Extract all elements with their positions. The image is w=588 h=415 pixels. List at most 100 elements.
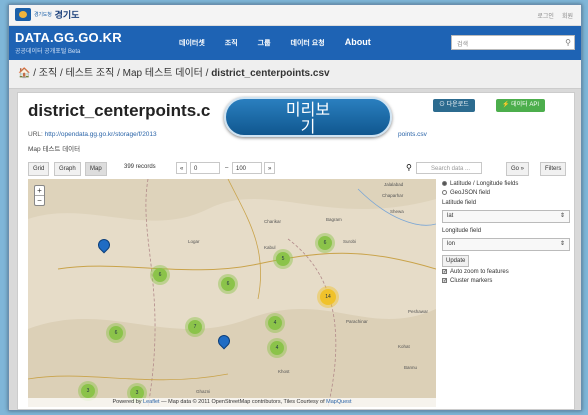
map-cluster-marker[interactable]: 4 (270, 341, 284, 355)
auto-zoom-checkbox[interactable]: ✓ Auto zoom to features (442, 267, 570, 276)
site-logo[interactable]: 경기도청 경기도 (15, 8, 79, 21)
longitude-value: lon (447, 241, 456, 247)
chevron-down-icon: ⇕ (559, 241, 565, 247)
preview-overlay-badge: 미리보 기 (224, 97, 392, 137)
nav-item-about[interactable]: About (345, 37, 371, 48)
logo-small-text: 경기도청 (34, 12, 52, 18)
data-api-button[interactable]: ⚡ 데이터 API (496, 99, 546, 112)
download-button[interactable]: ⊙ 다운로드 (433, 99, 475, 112)
go-button[interactable]: Go » (506, 162, 530, 176)
view-graph-button[interactable]: Graph (54, 162, 81, 176)
offset-to-input[interactable]: 100 (232, 162, 262, 174)
latitude-value: lat (447, 213, 454, 219)
map-label-kohat: Kohat (398, 344, 410, 349)
map-cluster-marker-large[interactable]: 14 (320, 289, 336, 305)
search-data-input[interactable]: Search data ... (416, 162, 482, 174)
brand-subtitle: 공공데이터 공개포털 Beta (15, 49, 81, 55)
map-cluster-marker[interactable]: 6 (318, 236, 332, 250)
top-links: 로그인 회원 (537, 11, 573, 20)
logo-text: 경기도 (54, 10, 80, 20)
map-cluster-marker[interactable]: 3 (81, 384, 95, 398)
nav-item-organizations[interactable]: 조직 (225, 38, 238, 48)
radio-latlon-label: Latitude / Longitude fields (450, 180, 519, 187)
view-map-button[interactable]: Map (85, 162, 107, 176)
map-cluster-marker[interactable]: 6 (221, 277, 235, 291)
map-label-logar: Logar (188, 239, 200, 244)
map-label-chaparhar: Chaparhar (382, 193, 404, 198)
data-explorer-toolbar: Grid Graph Map 399 records « 0 – 100 » ⚲… (28, 162, 568, 176)
map-label-khost: Khost (278, 369, 290, 374)
attribution-mid: — Map data © 2011 OpenStreetMap contribu… (159, 399, 327, 405)
resource-url: URL: http://opendata.gg.go.kr/storage/f/… (28, 131, 157, 138)
radio-geojson[interactable]: GeoJSON field (442, 188, 570, 197)
leaflet-link[interactable]: Leaflet (143, 399, 160, 405)
resource-card: district_centerpoints.c ⊙ 다운로드 ⚡ 데이터 API… (17, 92, 575, 410)
brand-title: DATA.GG.GO.KR (15, 30, 122, 45)
top-strip: 경기도청 경기도 로그인 회원 (9, 5, 581, 26)
radio-latlon[interactable]: Latitude / Longitude fields (442, 179, 570, 188)
signup-link[interactable]: 회원 (562, 11, 573, 20)
map-label-ghazni: Ghazni (196, 389, 211, 394)
latitude-select[interactable]: lat ⇕ (442, 210, 570, 223)
map-settings-panel: Latitude / Longitude fields GeoJSON fiel… (442, 179, 570, 285)
breadcrumb-trail[interactable]: / 조직 / 테스트 조직 / Map 테스트 데이터 / (30, 68, 211, 79)
map-cluster-marker[interactable]: 4 (268, 316, 282, 330)
resource-subheading: Map 테스트 데이터 (28, 146, 81, 153)
prev-page-button[interactable]: « (176, 162, 188, 174)
logo-emblem-icon (15, 8, 31, 21)
radio-geojson-label: GeoJSON field (450, 189, 491, 196)
mapquest-link[interactable]: MapQuest (326, 399, 351, 405)
map-label-jalalabad: Jalalabad (384, 182, 404, 187)
map-label-charikar: Charikar (264, 219, 282, 224)
nav-item-datasets[interactable]: 데이터셋 (179, 38, 205, 48)
offset-from-input[interactable]: 0 (190, 162, 220, 174)
site-search-input[interactable]: 검색 ⚲ (451, 35, 575, 50)
map-label-peshawar: Peshawar (408, 309, 429, 314)
attribution-prefix: Powered by (112, 399, 144, 405)
map-label-shewa: Shewa (390, 209, 404, 214)
map-view[interactable]: + − Jalalabad Charikar Bagram Chaparhar … (28, 179, 436, 407)
map-label-bagram: Bagram (326, 217, 342, 222)
map-label-kabul: Kabul (264, 245, 276, 250)
brand[interactable]: DATA.GG.GO.KR 공공데이터 공개포털 Beta (15, 30, 122, 55)
record-count: 399 records (124, 164, 156, 170)
radio-dot (442, 190, 447, 195)
login-link[interactable]: 로그인 (537, 11, 554, 20)
home-icon[interactable]: 🏠 (18, 68, 30, 79)
view-grid-button[interactable]: Grid (28, 162, 50, 176)
zoom-control: + − (34, 185, 45, 206)
nav-item-data-request[interactable]: 데이터 요청 (291, 38, 325, 48)
map-label-bannu: Bannu (404, 365, 418, 370)
checkbox-icon: ✓ (442, 269, 448, 275)
longitude-label: Longitude field (442, 228, 482, 234)
next-page-button[interactable]: » (264, 162, 276, 174)
breadcrumb-current: district_centerpoints.csv (211, 68, 330, 79)
search-icon[interactable]: ⚲ (565, 38, 571, 47)
site-search-placeholder: 검색 (457, 42, 469, 48)
checkbox-icon: ✓ (442, 278, 448, 284)
map-cluster-marker[interactable]: 6 (153, 268, 167, 282)
longitude-select[interactable]: lon ⇕ (442, 238, 570, 251)
map-attribution: Powered by Leaflet — Map data © 2011 Ope… (28, 398, 436, 407)
nav-item-groups[interactable]: 그룹 (258, 38, 271, 48)
chevron-down-icon: ⇕ (559, 213, 565, 219)
page-title: district_centerpoints.c (28, 101, 211, 120)
map-cluster-marker[interactable]: 7 (188, 320, 202, 334)
breadcrumb: 🏠 / 조직 / 테스트 조직 / Map 테스트 데이터 / district… (9, 60, 581, 89)
map-cluster-marker[interactable]: 5 (276, 252, 290, 266)
map-label-surobi: Surobi (343, 239, 357, 244)
map-terrain (28, 179, 436, 407)
filters-button[interactable]: Filters (540, 162, 567, 176)
zoom-in-button[interactable]: + (35, 186, 44, 195)
cluster-markers-checkbox[interactable]: ✓ Cluster markers (442, 276, 570, 285)
search-data-icon: ⚲ (406, 163, 412, 172)
browser-frame: 경기도청 경기도 로그인 회원 DATA.GG.GO.KR 공공데이터 공개포털… (8, 4, 582, 411)
radio-dot (442, 181, 447, 186)
zoom-out-button[interactable]: − (35, 195, 44, 205)
url-link-tail[interactable]: points.csv (398, 131, 427, 138)
map-cluster-marker[interactable]: 6 (109, 326, 123, 340)
url-link[interactable]: http://opendata.gg.go.kr/storage/f/2013 (45, 131, 157, 138)
nav-menu: 데이터셋 조직 그룹 데이터 요청 About (179, 37, 371, 48)
update-button[interactable]: Update (442, 255, 470, 267)
preview-overlay-text: 미리보 기 (285, 102, 331, 136)
